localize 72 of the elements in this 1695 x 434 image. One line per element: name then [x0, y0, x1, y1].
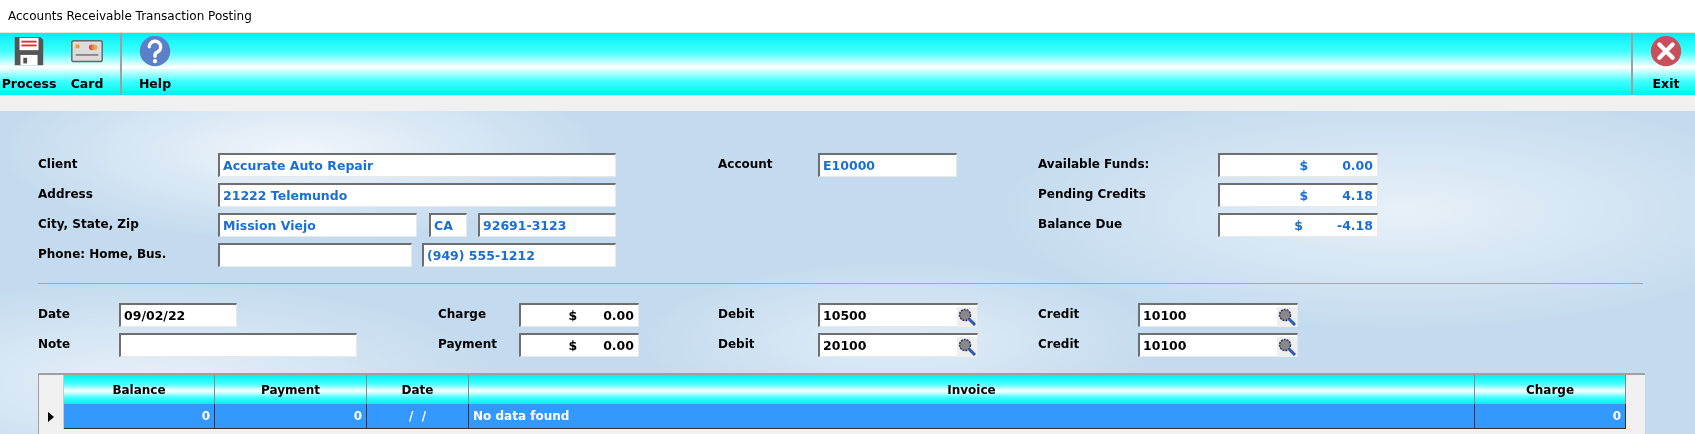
lookup-field[interactable]: 10100 [1138, 333, 1298, 357]
text-field[interactable]: E10000 [818, 153, 957, 177]
field-label: Debit [718, 336, 756, 353]
text-field[interactable]: 09/02/22 [119, 303, 237, 327]
text-field[interactable]: 21222 Telemundo [218, 183, 616, 207]
amount-text: 0.00 [603, 307, 634, 326]
amount-text: 0.00 [1342, 157, 1373, 176]
exit-button[interactable]: Exit [1637, 33, 1695, 95]
field-label: Payment [438, 336, 498, 353]
field-label: Credit [1038, 336, 1081, 353]
field-label: Phone: Home, Bus. [38, 246, 168, 263]
text-field[interactable]: (949) 555-1212 [422, 243, 616, 267]
amount-text: -4.18 [1336, 217, 1373, 236]
table-cell: 0 [64, 404, 215, 429]
row-indicator-icon [47, 411, 55, 422]
text-field[interactable]: Accurate Auto Repair [218, 153, 616, 177]
field-value: 20100 [823, 337, 868, 356]
help-icon [138, 35, 172, 68]
field-label: City, State, Zip [38, 216, 140, 233]
currency-sign: $ [568, 337, 578, 356]
currency-sign: $ [1299, 187, 1309, 206]
field-value: 10100 [1143, 337, 1188, 356]
search-icon[interactable] [957, 336, 977, 357]
table-cell: 0 [215, 404, 367, 429]
lookup-field[interactable]: 10100 [1138, 303, 1298, 327]
amount-field[interactable]: $ 0.00 [1218, 153, 1378, 177]
field-label: Available Funds: [1038, 156, 1151, 173]
field-value: 10500 [823, 307, 868, 326]
field-value: 10100 [1143, 307, 1188, 326]
field-label: Pending Credits [1038, 186, 1147, 203]
table-cell: / / [367, 404, 469, 429]
field-label: Balance Due [1038, 216, 1124, 233]
search-icon[interactable] [957, 306, 977, 327]
amount-field[interactable]: $ 0.00 [519, 303, 639, 327]
lookup-field[interactable]: 10500 [818, 303, 978, 327]
save-icon [12, 35, 46, 68]
text-field[interactable]: Mission Viejo [218, 213, 417, 237]
currency-sign: $ [568, 307, 578, 326]
amount-field[interactable]: $ 4.18 [1218, 183, 1378, 207]
field-label: Debit [718, 306, 756, 323]
amount-text: 4.18 [1342, 187, 1373, 206]
search-icon[interactable] [1277, 336, 1297, 357]
text-field[interactable] [119, 333, 357, 357]
toolbar-button[interactable]: Help [126, 33, 184, 95]
search-icon[interactable] [1277, 306, 1297, 327]
column-header[interactable]: Charge [1475, 375, 1626, 404]
text-field[interactable] [218, 243, 412, 267]
table-cell: No data found [469, 404, 1475, 429]
field-label: Charge [438, 306, 488, 323]
field-label: Date [38, 306, 71, 323]
text-field[interactable]: 92691-3123 [478, 213, 616, 237]
field-label: Credit [1038, 306, 1081, 323]
column-header[interactable]: Invoice [469, 375, 1475, 404]
text-field[interactable]: CA [429, 213, 467, 237]
amount-field[interactable]: $ 0.00 [519, 333, 639, 357]
column-header[interactable]: Date [367, 375, 469, 404]
column-header[interactable]: Payment [215, 375, 367, 404]
close-icon [1649, 35, 1683, 68]
toolbar-button[interactable]: Card [58, 33, 116, 95]
amount-text: 0.00 [603, 337, 634, 356]
lookup-field[interactable]: 20100 [818, 333, 978, 357]
window-title: Accounts Receivable Transaction Posting [8, 8, 252, 25]
table-cell: 0 [1475, 404, 1626, 429]
amount-field[interactable]: $ -4.18 [1218, 213, 1378, 237]
column-header[interactable]: Balance [64, 375, 215, 404]
toolbar-button[interactable]: Process [0, 33, 58, 95]
field-label: Note [38, 336, 72, 353]
field-label: Client [38, 156, 79, 173]
currency-sign: $ [1294, 217, 1303, 236]
currency-sign: $ [1299, 157, 1309, 176]
field-label: Address [38, 186, 94, 203]
field-label: Account [718, 156, 774, 173]
